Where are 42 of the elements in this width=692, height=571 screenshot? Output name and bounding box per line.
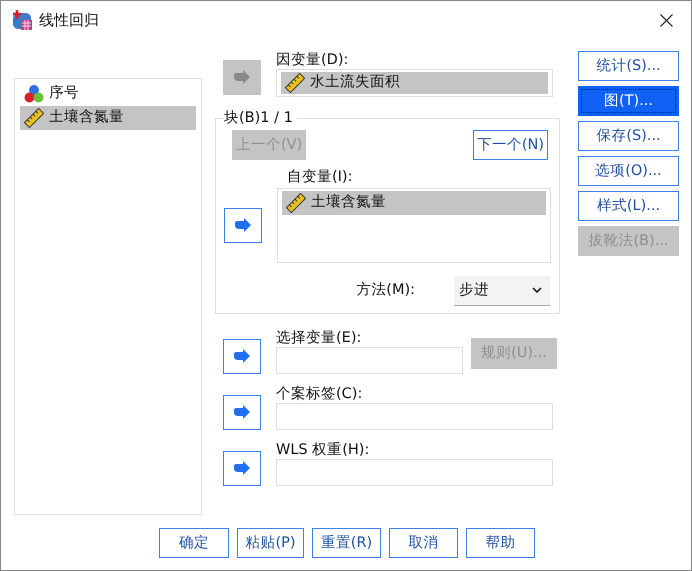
nominal-variable-icon [24,84,44,104]
dialog-button[interactable]: 取消 [389,528,458,558]
arrow-right-icon [233,70,251,86]
dialog-button[interactable]: 统计(S)... [578,51,679,81]
field-label: 因变量(D): [276,51,350,69]
move-arrow-button[interactable] [223,395,261,430]
dialog-button[interactable]: 粘贴(P) [237,528,304,558]
dialog-button[interactable]: 重置(R) [312,528,381,558]
dependent-field[interactable]: 水土流失面积 [276,69,553,97]
input-field[interactable] [276,403,553,430]
close-icon[interactable] [660,14,673,26]
variable-item[interactable]: 土壤含氮量 [20,106,196,130]
field-label: 选择变量(E): [276,329,362,347]
dialog-button[interactable]: 帮助 [466,528,535,558]
dialog-button[interactable]: 选项(O)... [578,156,679,186]
method-dropdown[interactable]: 步进 [454,276,550,306]
app-icon [11,9,33,31]
dialog-button[interactable]: 样式(L)... [578,191,679,221]
dialog-button[interactable]: 下一个(N) [472,130,548,160]
arrow-right-icon [233,348,251,364]
window-title: 线性回归 [39,10,99,31]
dialog-button[interactable]: 确定 [159,528,229,558]
method-label: 方法(M): [356,280,415,300]
chevron-down-icon [532,287,542,294]
variable-item[interactable]: 土壤含氮量 [282,191,546,215]
input-field[interactable] [276,347,463,374]
dialog-button[interactable]: 保存(S)... [578,121,679,151]
move-arrow-button[interactable] [223,451,261,486]
move-arrow-button[interactable] [223,339,261,374]
variable-item[interactable]: 序号 [20,82,196,106]
field-label: 个案标签(C): [276,385,364,403]
dialog-button[interactable]: 图(T)... [578,86,679,116]
field-label: WLS 权重(H): [276,441,370,459]
move-arrow-button[interactable] [224,208,262,243]
field-label: 自变量(I): [287,168,352,186]
arrow-right-icon [233,460,251,476]
input-field[interactable] [276,459,553,486]
group-title: 块(B)1 / 1 [224,109,294,127]
arrow-right-icon [234,218,252,234]
variable-item[interactable]: 水土流失面积 [281,72,548,94]
arrow-right-icon [233,404,251,420]
independent-list[interactable]: 土壤含氮量 [276,188,551,263]
